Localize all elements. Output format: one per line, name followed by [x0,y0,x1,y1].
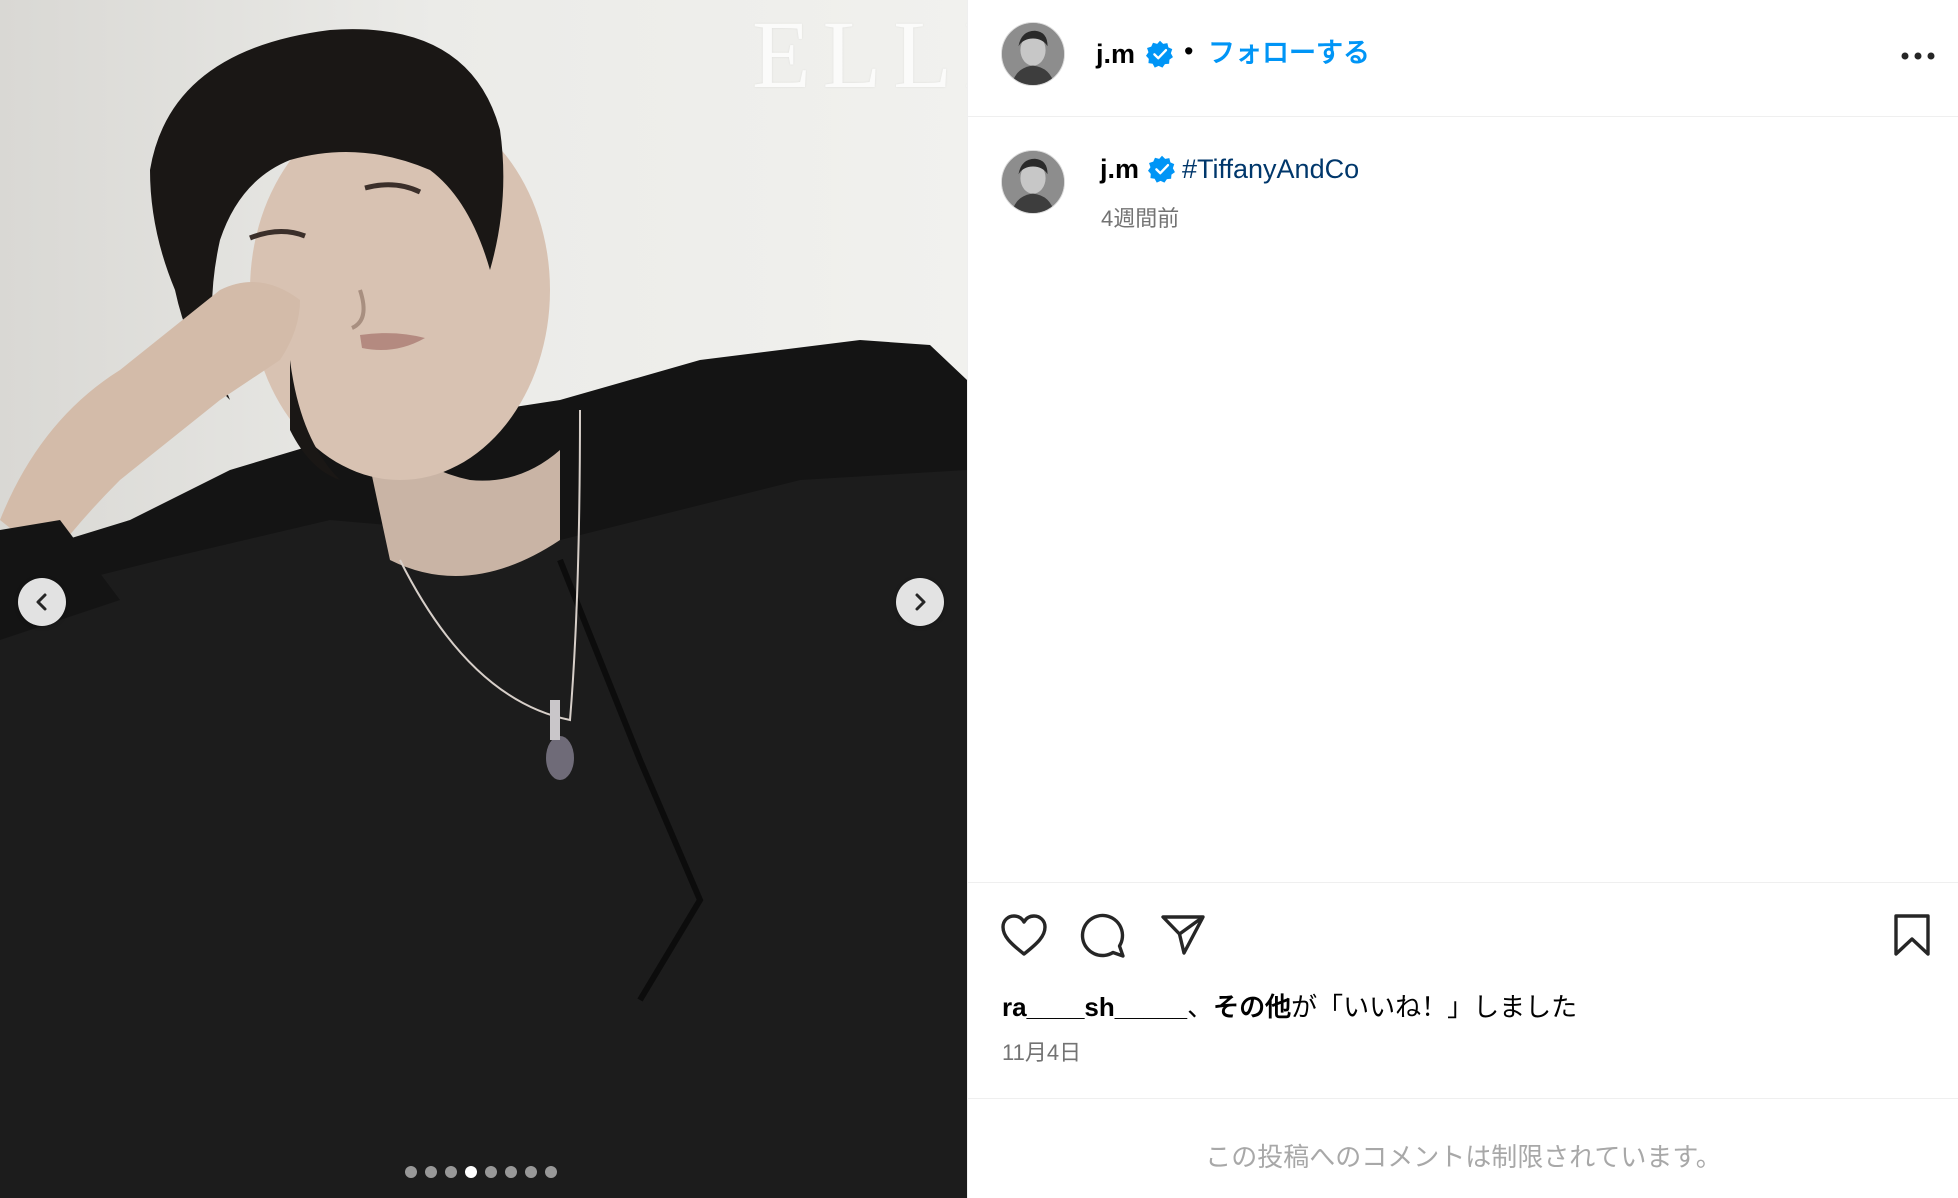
post-actions-section: ra____sh_____、その他が「いいね！」しました 11月4日 [968,882,1958,1100]
like-button[interactable] [1000,913,1048,957]
liked-by-separator: 、 [1187,992,1214,1022]
carousel-dot [465,1166,477,1178]
post-media[interactable]: ELLE [0,0,967,1198]
paper-plane-icon [1161,915,1205,955]
verified-badge-icon [1146,40,1173,68]
author-avatar[interactable] [1001,22,1065,86]
avatar-image [1002,23,1064,85]
carousel-dot [485,1166,497,1178]
save-button[interactable] [1892,913,1932,957]
carousel-dot [405,1166,417,1178]
carousel-dot [545,1166,557,1178]
chevron-right-icon [915,593,926,611]
more-horizontal-icon [1901,52,1935,60]
liked-by-suffix: が「いいね！」しました [1291,992,1578,1022]
carousel-prev-button[interactable] [18,578,66,626]
post-date[interactable]: 11月4日 [1002,1035,1081,1067]
carousel-dot [505,1166,517,1178]
chevron-left-icon [36,593,47,611]
header-separator: • [1184,36,1194,66]
follow-button[interactable]: フォローする [1208,36,1370,70]
share-button[interactable] [1160,913,1206,957]
heart-icon [1001,914,1047,956]
post-photo [0,29,967,1198]
carousel-dot [525,1166,537,1178]
liked-by-text: ra____sh_____、その他が「いいね！」しました [1002,991,1577,1023]
carousel-next-button[interactable] [896,578,944,626]
carousel-dot [425,1166,437,1178]
carousel-dot [445,1166,457,1178]
liked-by-user-link[interactable]: ra____sh_____ [1002,992,1187,1022]
comment-button[interactable] [1080,913,1126,959]
bookmark-icon [1894,914,1930,956]
liked-by-others-link[interactable]: その他 [1213,992,1291,1022]
magazine-watermark: ELLE [752,1,967,108]
post-details-panel: j.m • フォローする j.m #TiffanyAndCo 4週間前 ra__… [967,0,1958,1198]
caption-username[interactable]: j.m [1100,153,1139,185]
comment-icon [1080,913,1125,958]
comments-section: この投稿へのコメントは制限されています。 [968,1098,1958,1198]
comments-restricted-notice: この投稿へのコメントは制限されています。 [1205,1142,1722,1172]
verified-badge-icon [1148,155,1175,183]
author-username[interactable]: j.m [1096,38,1135,70]
post-header: j.m • フォローする [968,0,1958,117]
more-options-button[interactable] [1896,40,1940,72]
caption-timestamp[interactable]: 4週間前 [1101,201,1179,233]
carousel-indicator [405,1166,557,1178]
caption-hashtag-link[interactable]: #TiffanyAndCo [1182,153,1359,185]
caption-author-avatar[interactable] [1001,150,1065,214]
avatar-image [1002,151,1064,213]
